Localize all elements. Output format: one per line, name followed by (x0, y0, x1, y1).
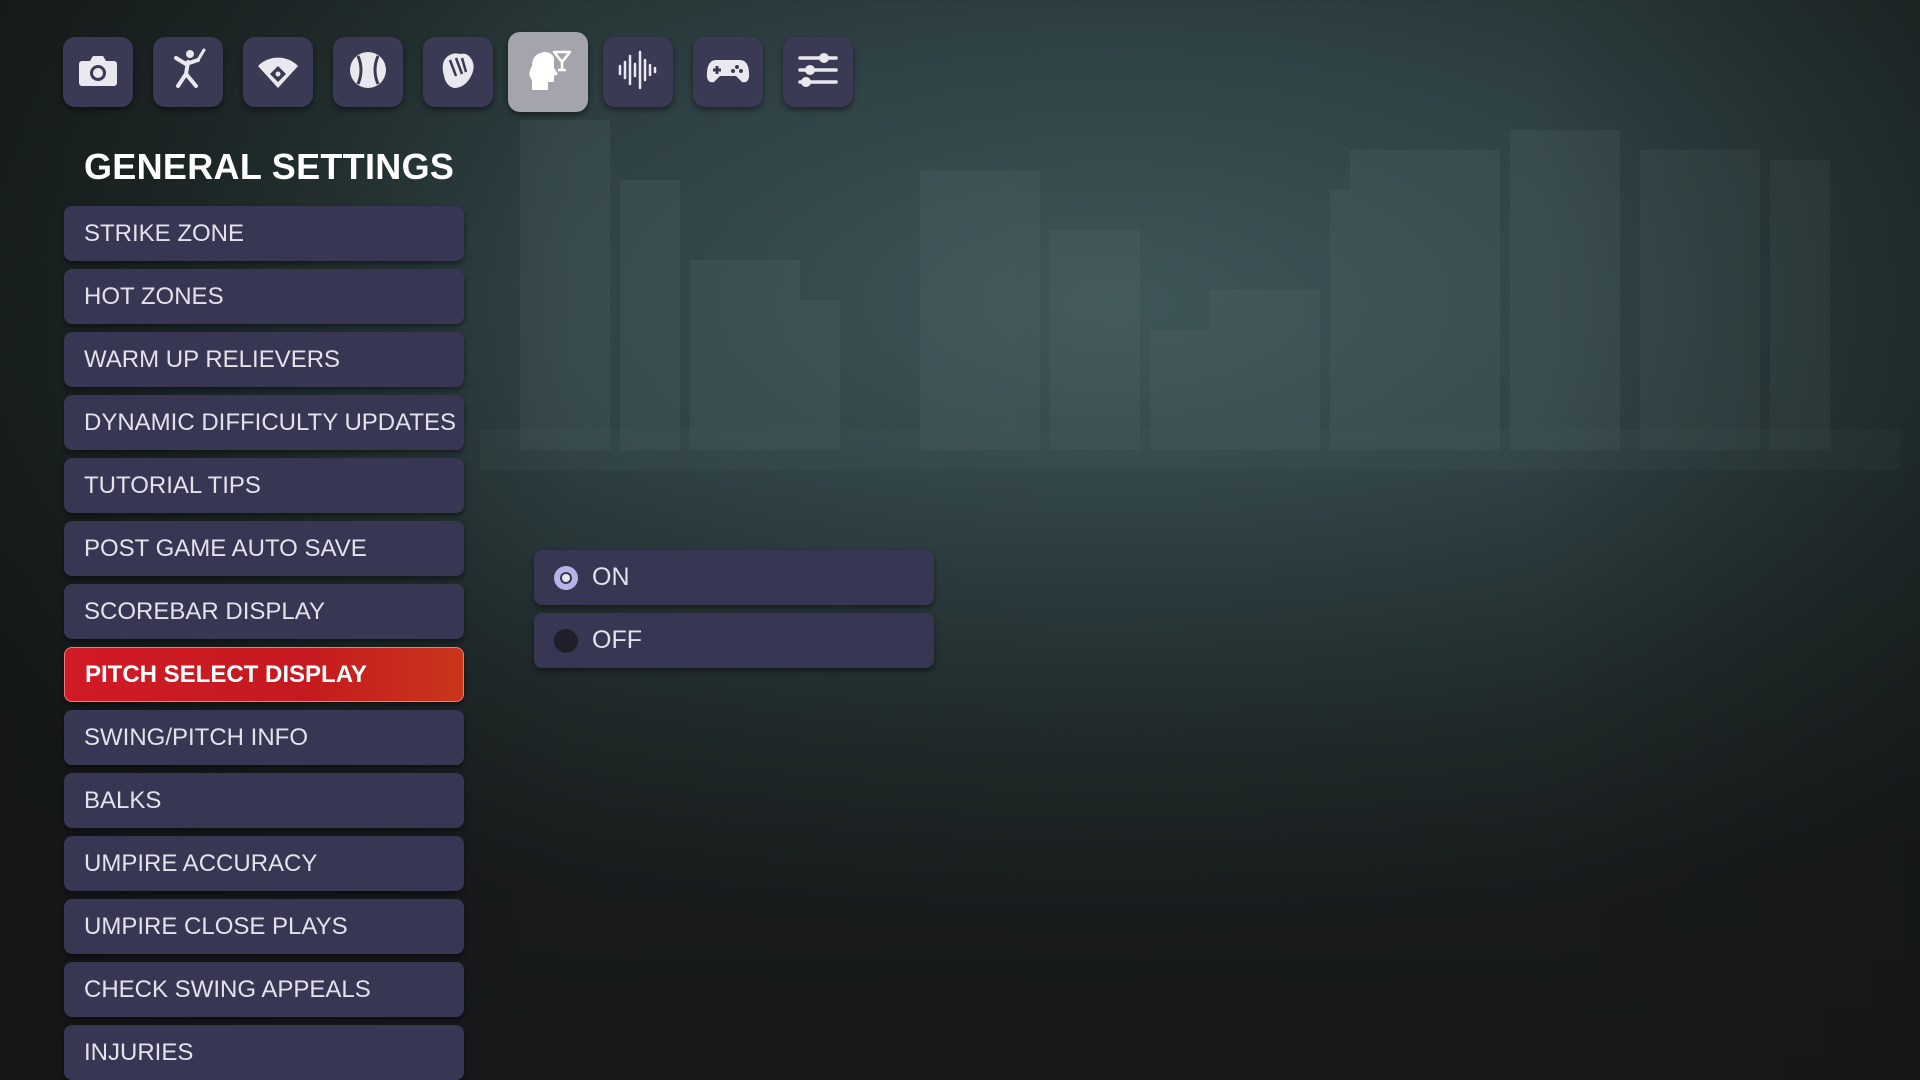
baseball-field-icon (254, 46, 302, 99)
tab-sliders[interactable] (783, 37, 853, 107)
tab-glove[interactable] (423, 37, 493, 107)
setting-tutorial-tips[interactable]: TUTORIAL TIPS (64, 458, 464, 513)
baseball-glove-icon (434, 46, 482, 99)
setting-scorebar-display[interactable]: SCOREBAR DISPLAY (64, 584, 464, 639)
setting-umpire-close-plays[interactable]: UMPIRE CLOSE PLAYS (64, 899, 464, 954)
page-title: GENERAL SETTINGS (84, 146, 455, 187)
tab-batting[interactable] (153, 37, 223, 107)
setting-swing-pitch-info[interactable]: SWING/PITCH INFO (64, 710, 464, 765)
setting-hot-zones[interactable]: HOT ZONES (64, 269, 464, 324)
tab-gameplay[interactable] (508, 32, 588, 112)
setting-balks[interactable]: BALKS (64, 773, 464, 828)
setting-check-swing-appeals[interactable]: CHECK SWING APPEALS (64, 962, 464, 1017)
setting-strike-zone[interactable]: STRIKE ZONE (64, 206, 464, 261)
setting-post-game-auto-save[interactable]: POST GAME AUTO SAVE (64, 521, 464, 576)
head-gameplay-icon (524, 46, 572, 99)
tab-baseball[interactable] (333, 37, 403, 107)
setting-injuries[interactable]: INJURIES (64, 1025, 464, 1080)
tab-controls[interactable] (693, 37, 763, 107)
gamepad-icon (704, 46, 752, 99)
radio-unselected-icon (554, 628, 578, 653)
option-list: ON OFF (534, 550, 934, 668)
tab-fielding[interactable] (243, 37, 313, 107)
option-on[interactable]: ON (534, 550, 934, 605)
option-label: ON (592, 563, 630, 591)
setting-pitch-select-display[interactable]: PITCH SELECT DISPLAY (64, 647, 464, 702)
option-off[interactable]: OFF (534, 613, 934, 668)
batter-icon (164, 46, 212, 99)
camera-icon (74, 46, 122, 99)
setting-warm-up-relievers[interactable]: WARM UP RELIEVERS (64, 332, 464, 387)
option-label: OFF (592, 626, 642, 654)
settings-list: STRIKE ZONE HOT ZONES WARM UP RELIEVERS … (64, 206, 464, 1080)
setting-dynamic-difficulty-updates[interactable]: DYNAMIC DIFFICULTY UPDATES (64, 395, 464, 450)
tab-audio[interactable] (603, 37, 673, 107)
baseball-icon (344, 46, 392, 99)
sliders-icon (794, 46, 842, 99)
audio-waveform-icon (614, 46, 662, 99)
tab-camera[interactable] (63, 37, 133, 107)
setting-umpire-accuracy[interactable]: UMPIRE ACCURACY (64, 836, 464, 891)
settings-category-tabs (63, 32, 853, 112)
radio-selected-icon (554, 565, 578, 590)
